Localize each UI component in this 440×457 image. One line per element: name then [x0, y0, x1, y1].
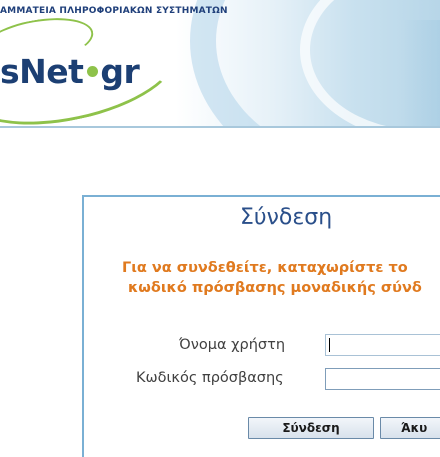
username-input[interactable] [325, 334, 440, 356]
organization-name: ΑΜΜΑΤΕΙΑ ΠΛΗΡΟΦΟΡΙΑΚΩΝ ΣΥΣΤΗΜΑΤΩΝ [0, 6, 228, 16]
logo-text-domain: gr [100, 52, 140, 91]
cancel-button[interactable]: Άκυ [380, 417, 440, 439]
password-input[interactable] [325, 368, 440, 390]
banner-decoration [400, 20, 440, 128]
instructions-line-2: κωδικό πρόσβασης μοναδικής σύνδ [128, 280, 422, 296]
username-label: Όνομα χρήστη [179, 337, 286, 353]
login-button[interactable]: Σύνδεση [248, 417, 374, 439]
header-banner: ΑΜΜΑΤΕΙΑ ΠΛΗΡΟΦΟΡΙΑΚΩΝ ΣΥΣΤΗΜΑΤΩΝ sNet gr [0, 0, 440, 128]
instructions-line-1: Για να συνδεθείτε, καταχωρίστε το [122, 260, 408, 276]
site-logo: sNet gr [0, 52, 140, 91]
logo-dot-icon [87, 66, 99, 77]
text-caret [329, 338, 330, 352]
login-title: Σύνδεση [240, 205, 333, 230]
header-divider [0, 126, 440, 128]
logo-text-main: sNet [0, 52, 84, 91]
password-label: Κωδικός πρόσβασης [136, 370, 284, 386]
